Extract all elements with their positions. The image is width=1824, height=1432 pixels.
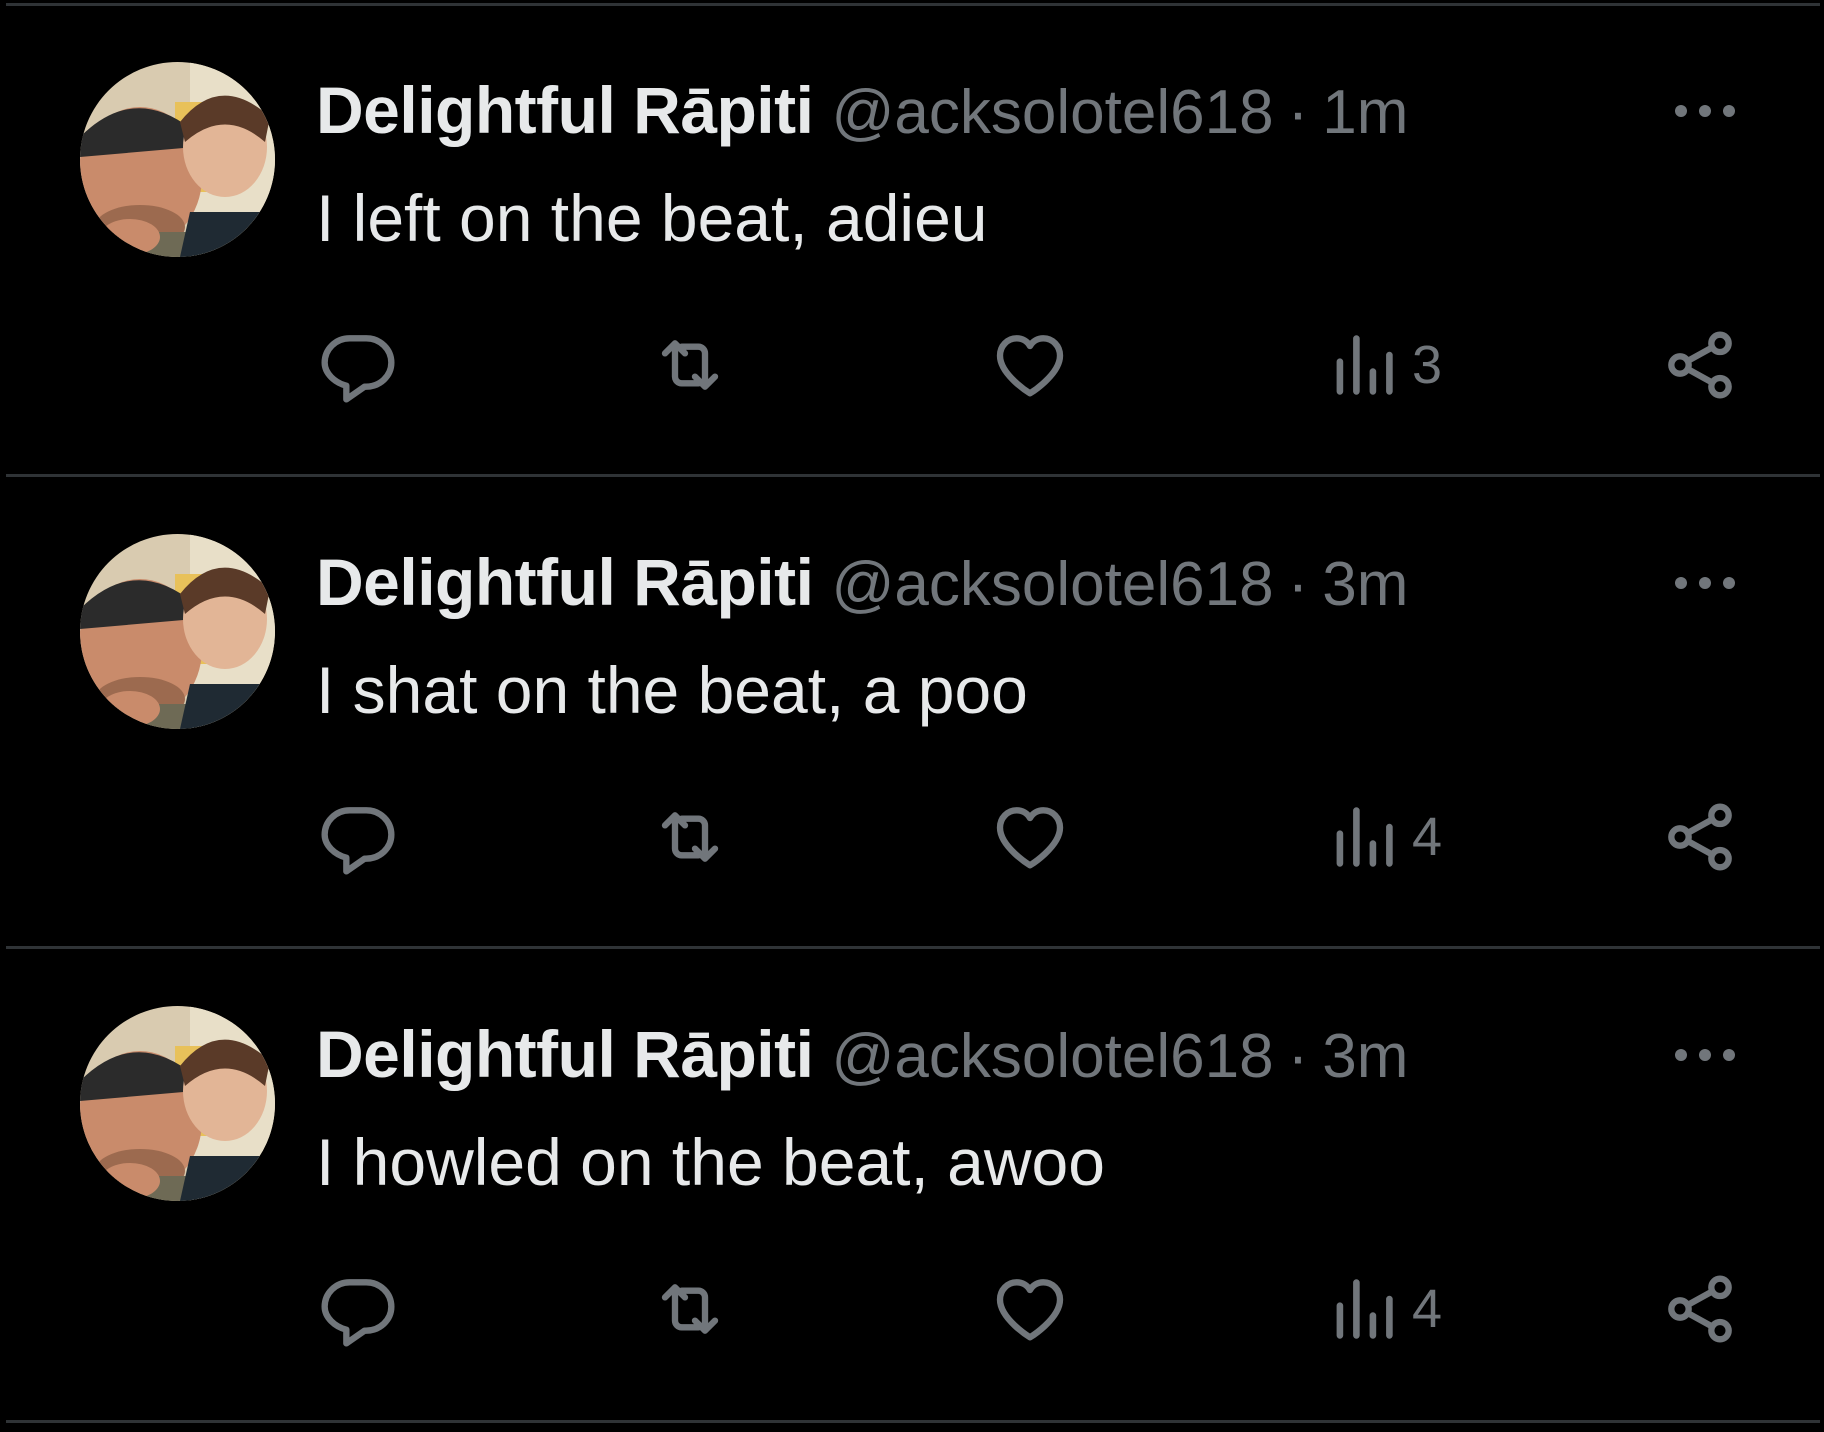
reply-icon: [318, 325, 398, 405]
retweet-icon: [650, 797, 730, 877]
share-icon: [1660, 797, 1740, 877]
like-button[interactable]: [990, 1264, 1070, 1354]
user-handle[interactable]: @acksolotel618: [831, 550, 1273, 619]
view-count: 3: [1412, 335, 1443, 395]
retweet-button[interactable]: [650, 320, 730, 410]
more-icon[interactable]: [1665, 558, 1745, 608]
tweet[interactable]: Delightful Rāpiti @acksolotel618 · 1m I lef…: [0, 0, 1824, 470]
display-name[interactable]: Delightful Rāpiti: [316, 545, 814, 619]
avatar[interactable]: [80, 62, 275, 257]
share-icon: [1660, 1269, 1740, 1349]
tweet-header: Delightful Rāpiti @acksolotel618 · 1m: [316, 70, 1408, 150]
views-icon: [1330, 1269, 1396, 1349]
like-button[interactable]: [990, 792, 1070, 882]
avatar[interactable]: [80, 1006, 275, 1201]
timestamp[interactable]: 1m: [1322, 78, 1408, 147]
views-icon: [1330, 325, 1396, 405]
reply-button[interactable]: [318, 320, 398, 410]
like-icon: [990, 1269, 1070, 1349]
view-count: 4: [1412, 807, 1443, 867]
share-button[interactable]: [1660, 792, 1740, 882]
action-bar: 4: [0, 1264, 1824, 1354]
retweet-icon: [650, 325, 730, 405]
timestamp[interactable]: 3m: [1322, 1022, 1408, 1091]
tweet-header: Delightful Rāpiti @acksolotel618 · 3m: [316, 1014, 1408, 1094]
tweet[interactable]: Delightful Rāpiti @acksolotel618 · 3m I sha…: [0, 472, 1824, 942]
share-button[interactable]: [1660, 320, 1740, 410]
views-button[interactable]: 3: [1330, 320, 1442, 410]
share-button[interactable]: [1660, 1264, 1740, 1354]
separator-dot: ·: [1287, 550, 1309, 619]
tweet-text: I left on the beat, adieu: [316, 181, 988, 255]
retweet-button[interactable]: [650, 792, 730, 882]
tweet-text: I shat on the beat, a poo: [316, 653, 1028, 727]
timestamp[interactable]: 3m: [1322, 550, 1408, 619]
like-button[interactable]: [990, 320, 1070, 410]
tweet-text: I howled on the beat, awoo: [316, 1125, 1105, 1199]
like-icon: [990, 325, 1070, 405]
reply-button[interactable]: [318, 1264, 398, 1354]
action-bar: 3: [0, 320, 1824, 410]
divider: [6, 1420, 1820, 1423]
views-button[interactable]: 4: [1330, 792, 1442, 882]
like-icon: [990, 797, 1070, 877]
view-count: 4: [1412, 1279, 1443, 1339]
tweet-header: Delightful Rāpiti @acksolotel618 · 3m: [316, 542, 1408, 622]
views-button[interactable]: 4: [1330, 1264, 1442, 1354]
separator-dot: ·: [1287, 1022, 1309, 1091]
reply-button[interactable]: [318, 792, 398, 882]
retweet-button[interactable]: [650, 1264, 730, 1354]
display-name[interactable]: Delightful Rāpiti: [316, 1017, 814, 1091]
reply-icon: [318, 797, 398, 877]
tweet[interactable]: Delightful Rāpiti @acksolotel618 · 3m I how…: [0, 944, 1824, 1414]
reply-icon: [318, 1269, 398, 1349]
separator-dot: ·: [1287, 78, 1309, 147]
views-icon: [1330, 797, 1396, 877]
user-handle[interactable]: @acksolotel618: [831, 78, 1273, 147]
share-icon: [1660, 325, 1740, 405]
retweet-icon: [650, 1269, 730, 1349]
avatar[interactable]: [80, 534, 275, 729]
display-name[interactable]: Delightful Rāpiti: [316, 73, 814, 147]
tweet-feed: Delightful Rāpiti @acksolotel618 · 1m I lef…: [0, 0, 1824, 1432]
action-bar: 4: [0, 792, 1824, 882]
more-icon[interactable]: [1665, 1030, 1745, 1080]
more-icon[interactable]: [1665, 86, 1745, 136]
user-handle[interactable]: @acksolotel618: [831, 1022, 1273, 1091]
